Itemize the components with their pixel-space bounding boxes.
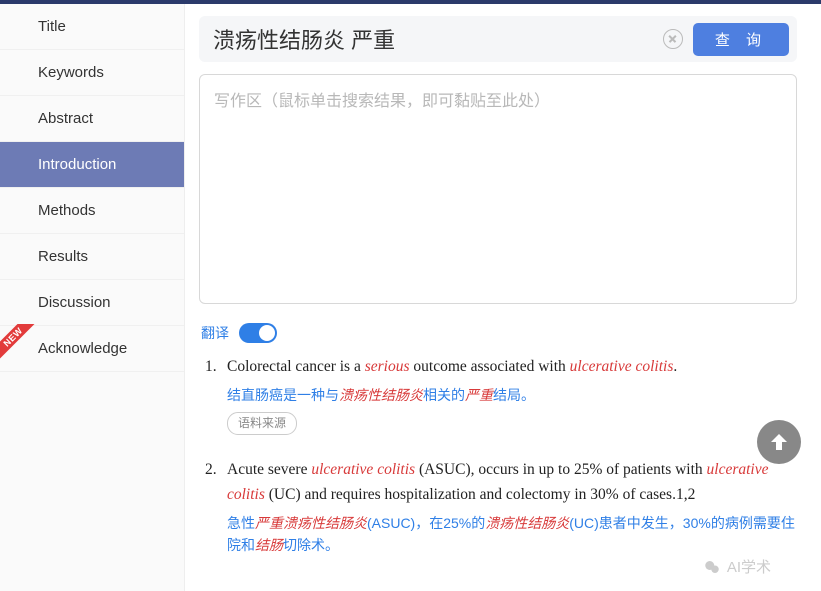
sidebar-item-discussion[interactable]: Discussion xyxy=(0,280,184,326)
sidebar-item-abstract[interactable]: Abstract xyxy=(0,96,184,142)
scroll-top-button[interactable] xyxy=(757,420,801,464)
search-bar: 查 询 xyxy=(199,16,797,62)
translate-row: 翻译 xyxy=(201,323,797,343)
layout: TitleKeywordsAbstractIntroductionMethods… xyxy=(0,4,821,591)
watermark: AI学术 xyxy=(703,556,771,577)
source-tag[interactable]: 语料来源 xyxy=(227,412,297,435)
result-body: Colorectal cancer is a serious outcome a… xyxy=(227,355,797,436)
sidebar-item-methods[interactable]: Methods xyxy=(0,188,184,234)
sidebar-item-introduction[interactable]: Introduction xyxy=(0,142,184,188)
result-item[interactable]: 2.Acute severe ulcerative colitis (ASUC)… xyxy=(205,458,797,556)
sidebar-item-acknowledge[interactable]: Acknowledge xyxy=(0,326,184,372)
query-button[interactable]: 查 询 xyxy=(693,23,789,56)
sidebar-item-results[interactable]: Results xyxy=(0,234,184,280)
main-panel: 查 询 翻译 1.Colorectal cancer is a serious … xyxy=(185,4,821,591)
result-number: 1. xyxy=(205,355,227,436)
arrow-up-icon xyxy=(767,430,791,454)
result-item[interactable]: 1.Colorectal cancer is a serious outcome… xyxy=(205,355,797,436)
result-english: Colorectal cancer is a serious outcome a… xyxy=(227,355,797,380)
sidebar-item-title[interactable]: Title xyxy=(0,4,184,50)
search-input[interactable] xyxy=(207,22,653,56)
clear-icon[interactable] xyxy=(663,29,683,49)
translate-toggle[interactable] xyxy=(239,323,277,343)
result-translation: 结直肠癌是一种与溃疡性结肠炎相关的严重结局。 xyxy=(227,384,797,406)
writing-area[interactable] xyxy=(199,74,797,304)
translate-label: 翻译 xyxy=(201,323,229,343)
results-list: 1.Colorectal cancer is a serious outcome… xyxy=(199,355,797,556)
sidebar-item-keywords[interactable]: Keywords xyxy=(0,50,184,96)
result-number: 2. xyxy=(205,458,227,556)
wechat-icon xyxy=(703,558,721,576)
result-translation: 急性严重溃疡性结肠炎(ASUC)，在25%的溃疡性结肠炎(UC)患者中发生，30… xyxy=(227,512,797,557)
result-body: Acute severe ulcerative colitis (ASUC), … xyxy=(227,458,797,556)
result-english: Acute severe ulcerative colitis (ASUC), … xyxy=(227,458,797,508)
sidebar: TitleKeywordsAbstractIntroductionMethods… xyxy=(0,4,185,591)
